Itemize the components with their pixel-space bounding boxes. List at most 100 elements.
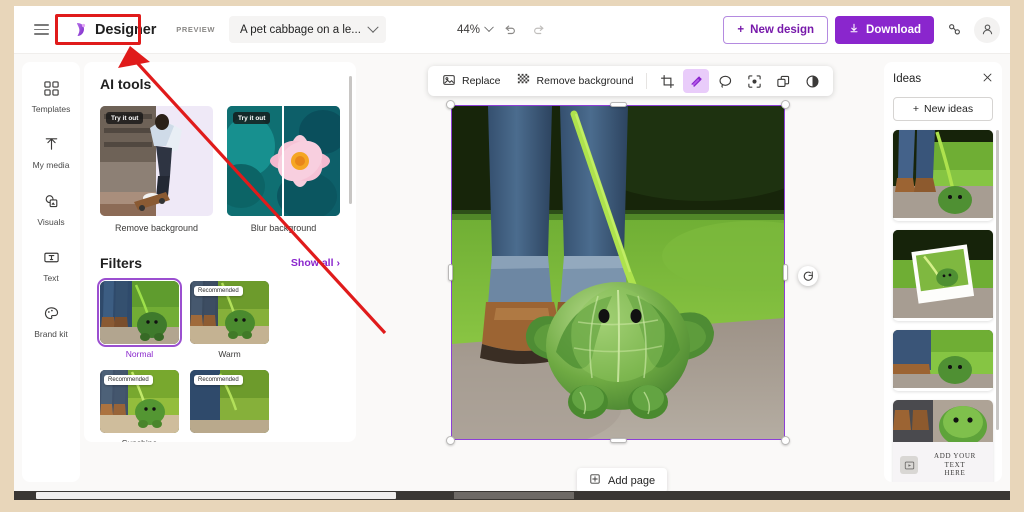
chevron-down-icon xyxy=(367,21,379,33)
plus-square-icon xyxy=(589,473,601,488)
filter-thumbnail-warm: Recommended xyxy=(190,281,269,344)
try-it-out-badge: Try it out xyxy=(233,112,271,124)
brand-palette-icon xyxy=(43,305,60,325)
filter-thumbnail-sunshine: Recommended xyxy=(100,370,179,433)
new-ideas-button[interactable]: + New ideas xyxy=(893,97,993,121)
top-bar: Designer PREVIEW A pet cabbage on a le..… xyxy=(14,6,1010,54)
image-replace-icon xyxy=(442,73,456,90)
idea-card-3[interactable] xyxy=(893,330,993,391)
left-rail: Templates My media Visuals Text Brand ki… xyxy=(22,62,80,482)
filter-label-normal: Normal xyxy=(125,349,154,359)
layers-icon[interactable] xyxy=(770,69,796,93)
sidebar-item-my-media[interactable]: My media xyxy=(24,132,78,174)
sidebar-label-visuals: Visuals xyxy=(37,216,65,227)
redo-icon[interactable] xyxy=(527,18,551,42)
horizontal-scrollbar-thumb[interactable] xyxy=(36,492,396,499)
remove-background-icon xyxy=(516,72,531,90)
panel-scrollbar[interactable] xyxy=(349,76,352,204)
document-title-dropdown[interactable]: A pet cabbage on a le... xyxy=(229,16,386,43)
new-ideas-label: New ideas xyxy=(924,103,974,115)
idea-card-1[interactable] xyxy=(893,130,993,221)
crop-icon[interactable] xyxy=(654,69,680,93)
filter-label-warm: Warm xyxy=(218,349,241,359)
sidebar-item-brand-kit[interactable]: Brand kit xyxy=(24,301,78,343)
download-button[interactable]: Download xyxy=(835,15,934,44)
sidebar-item-templates[interactable]: Templates xyxy=(24,76,78,118)
filters-header: Filters Show all › xyxy=(100,255,340,271)
remove-background-label: Remove background xyxy=(536,75,634,87)
designer-logo-brand[interactable]: Designer xyxy=(66,18,162,41)
ai-tool-card-remove-background[interactable]: Try it out Remove background xyxy=(100,106,213,233)
ideas-panel: Ideas + New ideas ADD YOUR TEXT HERE xyxy=(884,62,1002,482)
resize-handle-bottom[interactable] xyxy=(609,438,627,443)
filter-item-warm[interactable]: Recommended Warm xyxy=(190,281,269,359)
resize-handle-top-right[interactable] xyxy=(781,100,790,109)
account-avatar-icon[interactable] xyxy=(974,16,1000,43)
zoom-controls: 44% xyxy=(457,18,551,42)
recommended-badge: Recommended xyxy=(194,286,243,296)
filter-thumbnail-normal xyxy=(97,278,182,347)
resize-handle-right[interactable] xyxy=(783,264,788,281)
filter-item-row2-1[interactable]: Recommended xyxy=(190,370,269,442)
replace-label: Replace xyxy=(462,75,501,87)
idea-card-text[interactable]: ADD YOUR TEXT HERE xyxy=(893,400,993,482)
sidebar-item-text[interactable]: Text xyxy=(24,245,78,287)
ai-tool-card-blur-background[interactable]: Try it out Blur background xyxy=(227,106,340,233)
try-it-out-badge: Try it out xyxy=(106,112,144,124)
replace-button[interactable]: Replace xyxy=(436,69,507,93)
filter-item-sunshine[interactable]: Recommended Sunshine xyxy=(100,370,179,442)
horizontal-scrollbar-segment[interactable] xyxy=(454,492,574,499)
remove-background-button[interactable]: Remove background xyxy=(510,69,640,93)
canvas-image[interactable] xyxy=(451,105,785,440)
sidebar-label-templates: Templates xyxy=(31,104,71,114)
ideas-header: Ideas xyxy=(893,72,993,86)
idea-card-2[interactable] xyxy=(893,230,993,321)
ai-tool-caption-blur-background: Blur background xyxy=(250,223,317,233)
rotate-icon[interactable] xyxy=(798,266,818,286)
resize-handle-left[interactable] xyxy=(448,264,453,281)
ai-tools-panel: AI tools Try it out Remove background Tr… xyxy=(84,62,356,442)
resize-handle-top[interactable] xyxy=(609,102,627,107)
add-page-label: Add page xyxy=(608,474,656,487)
visuals-shapes-icon xyxy=(43,193,60,213)
recommended-badge: Recommended xyxy=(194,375,243,385)
recommended-badge: Recommended xyxy=(104,375,153,385)
download-label: Download xyxy=(866,23,921,36)
zoom-chevron-down-icon[interactable] xyxy=(484,21,494,32)
document-title-text: A pet cabbage on a le... xyxy=(240,23,361,36)
media-placeholder-icon xyxy=(900,456,918,474)
close-icon[interactable] xyxy=(982,72,993,86)
designer-app-window: Designer PREVIEW A pet cabbage on a le..… xyxy=(14,6,1010,500)
remove-background-thumbnail: Try it out xyxy=(100,106,213,216)
resize-handle-bottom-left[interactable] xyxy=(446,436,455,445)
sidebar-label-my-media: My media xyxy=(32,160,70,171)
ideas-title: Ideas xyxy=(893,73,922,85)
lasso-select-icon[interactable] xyxy=(712,69,738,93)
share-icon[interactable] xyxy=(941,17,967,43)
chevron-right-icon: › xyxy=(336,257,341,269)
horizontal-scrollbar[interactable] xyxy=(14,491,1010,500)
sidebar-label-text: Text xyxy=(43,273,59,284)
canvas-image-selection[interactable] xyxy=(446,100,790,445)
ideas-scrollbar[interactable] xyxy=(996,130,999,430)
add-page-button[interactable]: Add page xyxy=(577,468,668,493)
sidebar-label-brand-kit: Brand kit xyxy=(34,329,68,340)
plus-icon: + xyxy=(912,103,920,115)
new-design-button[interactable]: + New design xyxy=(723,15,829,44)
filter-thumbnail-row2-1: Recommended xyxy=(190,370,269,433)
filter-item-normal[interactable]: Normal xyxy=(97,278,182,359)
toolbar-divider xyxy=(646,73,648,89)
filter-magic-icon[interactable] xyxy=(683,69,710,93)
ai-tools-card-list: Try it out Remove background Try it out … xyxy=(100,106,340,233)
hamburger-icon[interactable] xyxy=(24,24,58,35)
resize-handle-bottom-right[interactable] xyxy=(781,436,790,445)
new-design-label: New design xyxy=(750,23,815,36)
show-all-filters-link[interactable]: Show all › xyxy=(291,257,340,269)
frame-icon[interactable] xyxy=(741,69,767,93)
idea-text-line-2: HERE xyxy=(944,469,966,478)
text-box-icon xyxy=(43,249,60,269)
undo-icon[interactable] xyxy=(498,18,522,42)
resize-handle-top-left[interactable] xyxy=(446,100,455,109)
sidebar-item-visuals[interactable]: Visuals xyxy=(24,189,78,231)
contrast-icon[interactable] xyxy=(799,69,825,93)
